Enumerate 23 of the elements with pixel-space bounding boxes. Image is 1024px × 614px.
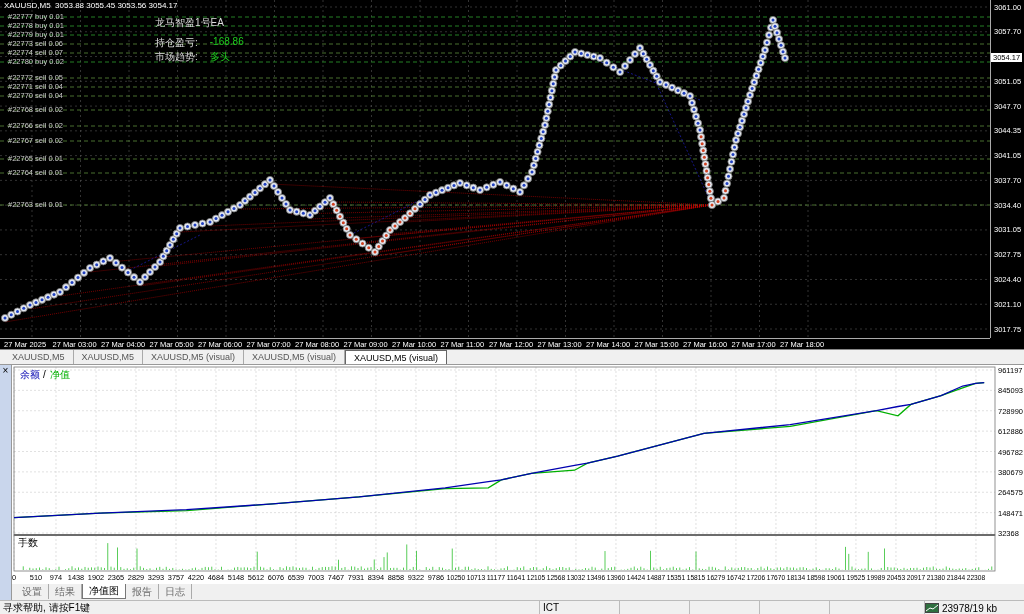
- ea-title: 龙马智盈1号EA: [155, 16, 225, 30]
- status-traffic: 23978/19 kb: [942, 601, 998, 614]
- chart-tab[interactable]: XAUUSD,M5: [4, 350, 74, 364]
- info-value: 多头: [209, 50, 231, 64]
- chart-tab[interactable]: XAUUSD,M5 (visual): [143, 350, 245, 364]
- chart-tab[interactable]: XAUUSD,M5 (visual): [345, 350, 448, 364]
- info-label: 持仓盈亏:: [155, 36, 198, 50]
- close-icon[interactable]: ×: [2, 365, 9, 377]
- pane-title: 手数: [18, 537, 38, 548]
- chart-tab[interactable]: XAUUSD,M5: [73, 350, 144, 364]
- tester-tab[interactable]: 设置: [16, 584, 49, 599]
- legend-separator: /: [43, 369, 46, 380]
- legend-label: 余额: [20, 369, 40, 380]
- status-help: 寻求帮助, 请按F1键: [0, 601, 540, 614]
- info-value: -168.86: [209, 36, 244, 49]
- tester-tab[interactable]: 日志: [159, 584, 192, 599]
- status-profile: ICT: [540, 601, 620, 614]
- connection-icon: [925, 603, 939, 613]
- tester-tab[interactable]: 报告: [126, 584, 159, 599]
- legend-label: 净值: [50, 369, 70, 380]
- tester-tab[interactable]: 净值图: [82, 584, 126, 599]
- info-label: 市场趋势:: [155, 50, 198, 64]
- chart-header: XAUUSD,M5 3053.88 3055.45 3053.56 3054.17: [4, 1, 178, 10]
